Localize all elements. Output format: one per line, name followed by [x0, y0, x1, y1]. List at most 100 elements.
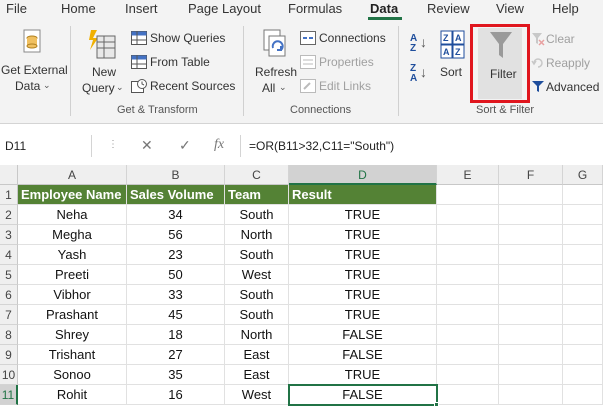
cell-team[interactable]: South: [225, 205, 289, 225]
cell-sales-volume[interactable]: 18: [127, 325, 225, 345]
cell-sales-volume[interactable]: 34: [127, 205, 225, 225]
cell-result[interactable]: TRUE: [289, 225, 437, 245]
cell-sales-volume[interactable]: 56: [127, 225, 225, 245]
cell-sales-volume[interactable]: 23: [127, 245, 225, 265]
empty-cell[interactable]: [437, 385, 499, 405]
cell-team[interactable]: North: [225, 225, 289, 245]
empty-cell[interactable]: [563, 245, 603, 265]
empty-cell[interactable]: [563, 325, 603, 345]
header-cell-employee-name[interactable]: Employee Name: [18, 185, 127, 205]
cell-employee-name[interactable]: Shrey: [18, 325, 127, 345]
tab-view[interactable]: View: [496, 1, 524, 16]
empty-cell[interactable]: [499, 365, 563, 385]
empty-cell[interactable]: [437, 185, 499, 205]
cell-result[interactable]: TRUE: [289, 365, 437, 385]
empty-cell[interactable]: [499, 325, 563, 345]
tab-home[interactable]: Home: [61, 1, 96, 16]
empty-cell[interactable]: [563, 385, 603, 405]
empty-cell[interactable]: [437, 205, 499, 225]
empty-cell[interactable]: [437, 365, 499, 385]
insert-function-icon[interactable]: fx: [214, 137, 224, 153]
cell-sales-volume[interactable]: 16: [127, 385, 225, 405]
cell-employee-name[interactable]: Yash: [18, 245, 127, 265]
formula-input[interactable]: =OR(B11>32,C11="South"): [240, 135, 603, 157]
empty-cell[interactable]: [499, 385, 563, 405]
tab-data[interactable]: Data: [370, 1, 398, 16]
header-cell-sales-volume[interactable]: Sales Volume: [127, 185, 225, 205]
empty-cell[interactable]: [499, 245, 563, 265]
cell-result[interactable]: TRUE: [289, 205, 437, 225]
empty-cell[interactable]: [563, 265, 603, 285]
cell-employee-name[interactable]: Sonoo: [18, 365, 127, 385]
tab-review[interactable]: Review: [427, 1, 470, 16]
empty-cell[interactable]: [499, 285, 563, 305]
cell-sales-volume[interactable]: 27: [127, 345, 225, 365]
cell-result[interactable]: TRUE: [289, 245, 437, 265]
cell-result[interactable]: FALSE: [289, 325, 437, 345]
column-header-d[interactable]: D: [289, 165, 437, 185]
empty-cell[interactable]: [563, 365, 603, 385]
empty-cell[interactable]: [499, 205, 563, 225]
column-header-e[interactable]: E: [437, 165, 499, 185]
column-header-f[interactable]: F: [499, 165, 563, 185]
tab-help[interactable]: Help: [552, 1, 579, 16]
empty-cell[interactable]: [437, 325, 499, 345]
row-header-1[interactable]: 1: [0, 185, 18, 205]
tab-page-layout[interactable]: Page Layout: [188, 1, 261, 16]
cell-employee-name[interactable]: Prashant: [18, 305, 127, 325]
empty-cell[interactable]: [437, 245, 499, 265]
cell-sales-volume[interactable]: 35: [127, 365, 225, 385]
fill-handle[interactable]: [434, 402, 439, 407]
empty-cell[interactable]: [437, 225, 499, 245]
cell-team[interactable]: East: [225, 345, 289, 365]
tab-insert[interactable]: Insert: [125, 1, 158, 16]
empty-cell[interactable]: [499, 345, 563, 365]
cell-employee-name[interactable]: Rohit: [18, 385, 127, 405]
empty-cell[interactable]: [563, 305, 603, 325]
cell-result[interactable]: TRUE: [289, 285, 437, 305]
empty-cell[interactable]: [499, 265, 563, 285]
column-header-g[interactable]: G: [563, 165, 603, 185]
tab-file[interactable]: File: [6, 1, 27, 16]
drag-handle-icon[interactable]: ⋮: [108, 139, 118, 150]
cell-employee-name[interactable]: Vibhor: [18, 285, 127, 305]
row-header-9[interactable]: 9: [0, 345, 18, 365]
row-header-6[interactable]: 6: [0, 285, 18, 305]
cell-team[interactable]: East: [225, 365, 289, 385]
enter-icon[interactable]: ✓: [179, 137, 191, 154]
empty-cell[interactable]: [563, 345, 603, 365]
cell-sales-volume[interactable]: 33: [127, 285, 225, 305]
cancel-icon[interactable]: ✕: [141, 137, 153, 154]
row-header-5[interactable]: 5: [0, 265, 18, 285]
cell-team[interactable]: North: [225, 325, 289, 345]
column-header-b[interactable]: B: [127, 165, 225, 185]
empty-cell[interactable]: [563, 285, 603, 305]
cell-employee-name[interactable]: Megha: [18, 225, 127, 245]
cell-team[interactable]: West: [225, 385, 289, 405]
empty-cell[interactable]: [563, 185, 603, 205]
cell-sales-volume[interactable]: 45: [127, 305, 225, 325]
empty-cell[interactable]: [499, 225, 563, 245]
empty-cell[interactable]: [437, 345, 499, 365]
row-header-2[interactable]: 2: [0, 205, 18, 225]
cell-result[interactable]: FALSE: [289, 345, 437, 365]
tab-formulas[interactable]: Formulas: [288, 1, 342, 16]
cell-team[interactable]: South: [225, 305, 289, 325]
header-cell-team[interactable]: Team: [225, 185, 289, 205]
empty-cell[interactable]: [563, 225, 603, 245]
row-header-4[interactable]: 4: [0, 245, 18, 265]
cell-team[interactable]: South: [225, 245, 289, 265]
empty-cell[interactable]: [563, 205, 603, 225]
cell-sales-volume[interactable]: 50: [127, 265, 225, 285]
row-header-10[interactable]: 10: [0, 365, 18, 385]
row-header-7[interactable]: 7: [0, 305, 18, 325]
header-cell-result[interactable]: Result: [289, 185, 437, 205]
cell-employee-name[interactable]: Neha: [18, 205, 127, 225]
select-all-corner[interactable]: [0, 165, 18, 185]
empty-cell[interactable]: [437, 305, 499, 325]
cell-employee-name[interactable]: Trishant: [18, 345, 127, 365]
empty-cell[interactable]: [437, 285, 499, 305]
row-header-8[interactable]: 8: [0, 325, 18, 345]
cell-result[interactable]: TRUE: [289, 265, 437, 285]
cell-team[interactable]: South: [225, 285, 289, 305]
